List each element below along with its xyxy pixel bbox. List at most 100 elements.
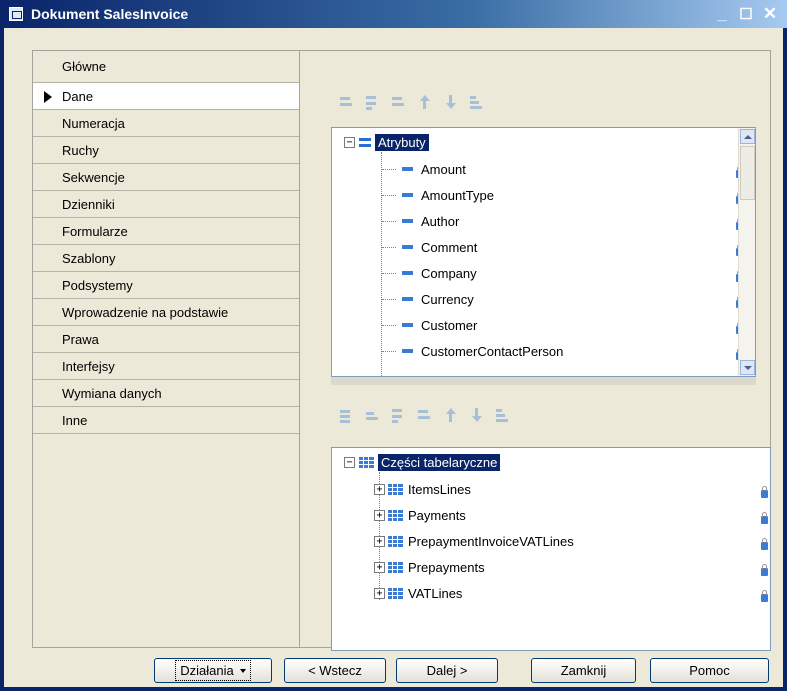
table-icon bbox=[388, 587, 403, 599]
tab-label: Główne bbox=[62, 59, 107, 74]
tab-wymiana-danych[interactable]: Wymiana danych bbox=[33, 380, 299, 407]
lock-icon bbox=[761, 564, 768, 576]
tabular-section-row[interactable]: + VATLines bbox=[374, 580, 462, 606]
tab-g-wne[interactable]: Główne bbox=[33, 51, 299, 83]
finish-button[interactable]: Zamknij bbox=[531, 658, 636, 683]
tab-list: Główne Dane Numeracja Ruchy Sekwencje Dzienni… bbox=[32, 50, 300, 648]
tab-szablony[interactable]: Szablony bbox=[33, 245, 299, 272]
tab-prawa[interactable]: Prawa bbox=[33, 326, 299, 353]
move-down-icon[interactable] bbox=[442, 94, 458, 110]
attribute-row[interactable]: Author bbox=[382, 208, 459, 234]
tab-wprowadzenie-na-podstawie[interactable]: Wprowadzenie na podstawie bbox=[33, 299, 299, 326]
tab-label: Inne bbox=[62, 412, 88, 428]
attributes-root[interactable]: − Atrybuty bbox=[344, 134, 429, 151]
table-icon bbox=[388, 535, 403, 547]
attribute-name: Amount bbox=[421, 161, 466, 177]
lock-icon bbox=[761, 512, 768, 524]
move-up-icon[interactable] bbox=[416, 94, 432, 110]
attribute-name: Customer bbox=[421, 317, 478, 333]
attributes-tree[interactable]: − Atrybuty Amount AmountType Author Comment… bbox=[331, 127, 756, 377]
tabular-root[interactable]: − Części tabelaryczne bbox=[344, 454, 501, 471]
tab-numeracja[interactable]: Numeracja bbox=[33, 110, 299, 137]
tab-label: Ruchy bbox=[62, 142, 99, 158]
add-attribute-icon[interactable] bbox=[338, 94, 354, 110]
tab-label: Podsystemy bbox=[62, 277, 133, 293]
attribute-icon bbox=[402, 323, 413, 327]
expand-icon[interactable]: + bbox=[374, 587, 385, 599]
scroll-down-button[interactable] bbox=[740, 360, 755, 375]
attribute-name: AmountType bbox=[421, 187, 494, 203]
tab-formularze[interactable]: Formularze bbox=[33, 218, 299, 245]
tab-podsystemy[interactable]: Podsystemy bbox=[33, 272, 299, 299]
collapse-icon[interactable]: − bbox=[344, 457, 355, 468]
tabular-toolbar bbox=[338, 404, 510, 426]
tabular-sections-tree[interactable]: − Części tabelaryczne + ItemsLines + Paymen… bbox=[331, 447, 771, 651]
table-move-down-icon[interactable] bbox=[468, 407, 484, 423]
expand-icon[interactable]: + bbox=[374, 483, 385, 495]
tab-dane[interactable]: Dane bbox=[33, 83, 299, 110]
tabular-section-row[interactable]: + ItemsLines bbox=[374, 476, 471, 502]
collapse-icon[interactable]: − bbox=[344, 137, 355, 148]
attribute-row[interactable]: Amount bbox=[382, 156, 466, 182]
table-move-up-icon[interactable] bbox=[442, 407, 458, 423]
tabular-section-name: Prepayments bbox=[408, 559, 485, 575]
table-sort-icon[interactable] bbox=[494, 407, 510, 423]
attribute-icon bbox=[402, 245, 413, 249]
tab-label: Dane bbox=[62, 88, 94, 104]
delete-table-icon[interactable] bbox=[416, 407, 432, 423]
tab-label: Formularze bbox=[62, 223, 128, 239]
next-button[interactable]: Dalej > bbox=[396, 658, 498, 683]
tabular-root-label: Części tabelaryczne bbox=[378, 454, 501, 471]
tab-sekwencje[interactable]: Sekwencje bbox=[33, 164, 299, 191]
add-column-icon[interactable] bbox=[364, 407, 380, 423]
attribute-row[interactable]: AmountType bbox=[382, 182, 494, 208]
copy-table-icon[interactable] bbox=[390, 407, 406, 423]
attribute-icon bbox=[402, 297, 413, 301]
add-table-icon[interactable] bbox=[338, 407, 354, 423]
tab-interfejsy[interactable]: Interfejsy bbox=[33, 353, 299, 380]
scroll-thumb[interactable] bbox=[740, 146, 755, 200]
sort-icon[interactable] bbox=[468, 94, 484, 110]
attribute-row[interactable]: Currency bbox=[382, 286, 474, 312]
tabular-section-row[interactable]: + PrepaymentInvoiceVATLines bbox=[374, 528, 574, 554]
attributes-icon bbox=[359, 137, 371, 149]
window-title: Dokument SalesInvoice bbox=[31, 6, 189, 22]
tabular-section-row[interactable]: + Prepayments bbox=[374, 554, 485, 580]
attribute-row[interactable]: Company bbox=[382, 260, 477, 286]
maximize-button[interactable]: ☐ bbox=[735, 4, 757, 24]
attributes-root-label: Atrybuty bbox=[375, 134, 429, 151]
expand-icon[interactable]: + bbox=[374, 535, 385, 547]
attribute-icon bbox=[402, 193, 413, 197]
close-button[interactable]: ✕ bbox=[759, 4, 781, 24]
copy-attribute-icon[interactable] bbox=[364, 94, 380, 110]
attribute-row[interactable]: CustomerContactPerson bbox=[382, 338, 563, 364]
tables-icon bbox=[359, 457, 374, 468]
attribute-icon bbox=[402, 349, 413, 353]
table-icon bbox=[388, 509, 403, 521]
scroll-up-button[interactable] bbox=[740, 129, 755, 144]
tab-label: Numeracja bbox=[62, 115, 125, 131]
help-button[interactable]: Pomoc bbox=[650, 658, 769, 683]
delete-attribute-icon[interactable] bbox=[390, 94, 406, 110]
tab-ruchy[interactable]: Ruchy bbox=[33, 137, 299, 164]
panel-splitter[interactable] bbox=[331, 377, 756, 385]
tabular-section-row[interactable]: + Payments bbox=[374, 502, 466, 528]
attribute-name: CustomerContactPerson bbox=[421, 343, 564, 359]
tab-dzienniki[interactable]: Dzienniki bbox=[33, 191, 299, 218]
minimize-button[interactable]: _ bbox=[711, 4, 733, 24]
lock-icon bbox=[761, 538, 768, 550]
title-bar[interactable]: Dokument SalesInvoice _ ☐ ✕ bbox=[0, 0, 787, 28]
lock-icon bbox=[761, 486, 768, 498]
tab-label: Dzienniki bbox=[62, 196, 115, 212]
attribute-row[interactable]: Customer bbox=[382, 312, 477, 338]
expand-icon[interactable]: + bbox=[374, 509, 385, 521]
attribute-row[interactable]: Comment bbox=[382, 234, 477, 260]
attributes-scrollbar[interactable] bbox=[738, 128, 755, 376]
button-bar: Działania < Wstecz Dalej > Zamknij Pomoc bbox=[4, 648, 783, 687]
lock-icon bbox=[761, 590, 768, 602]
actions-button[interactable]: Działania bbox=[154, 658, 272, 683]
expand-icon[interactable]: + bbox=[374, 561, 385, 573]
back-button[interactable]: < Wstecz bbox=[284, 658, 386, 683]
table-icon bbox=[388, 483, 403, 495]
tab-inne[interactable]: Inne bbox=[33, 407, 299, 434]
